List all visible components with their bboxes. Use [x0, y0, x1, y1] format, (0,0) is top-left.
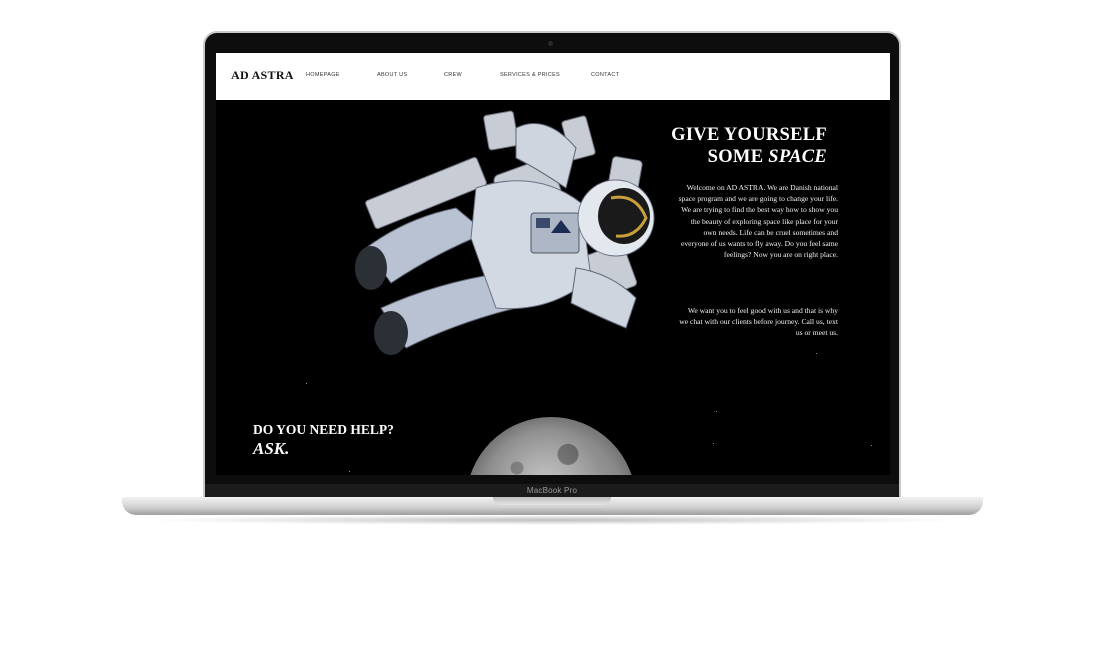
site-navbar: AD ASTRA HOMEPAGE ABOUT US CREW SERVICES…: [216, 53, 890, 100]
nav-services-prices[interactable]: SERVICES & PRICES: [500, 72, 560, 78]
ask-link[interactable]: ASK.: [253, 439, 394, 458]
hero-title-space: SPACE: [768, 147, 827, 167]
astronaut-image: [355, 110, 655, 355]
camera-icon: [548, 41, 553, 46]
hero-paragraph-welcome: Welcome on AD ASTRA. We are Danish natio…: [678, 183, 838, 260]
laptop-screen: AD ASTRA HOMEPAGE ABOUT US CREW SERVICES…: [216, 53, 890, 475]
help-cta: DO YOU NEED HELP? ASK.: [253, 420, 394, 458]
hero-paragraph-contact: We want you to feel good with us and tha…: [679, 306, 838, 338]
nav-about-us[interactable]: ABOUT US: [377, 72, 407, 78]
nav-homepage[interactable]: HOMEPAGE: [306, 72, 340, 78]
nav-contact[interactable]: CONTACT: [591, 72, 619, 78]
nav-crew[interactable]: CREW: [444, 72, 462, 78]
laptop-shadow: [140, 515, 965, 525]
hero-title-line1: GIVE YOURSELF: [671, 125, 827, 145]
laptop-notch: [493, 497, 611, 505]
device-label: MacBook Pro: [526, 486, 578, 495]
hero-title: GIVE YOURSELF SOME SPACE: [671, 124, 827, 168]
hero-title-some: SOME: [707, 147, 769, 167]
help-question: DO YOU NEED HELP?: [253, 422, 394, 437]
laptop-chin: MacBook Pro: [205, 484, 899, 497]
hero-title-line2: SOME SPACE: [671, 146, 827, 168]
site-logo[interactable]: AD ASTRA: [231, 68, 294, 83]
